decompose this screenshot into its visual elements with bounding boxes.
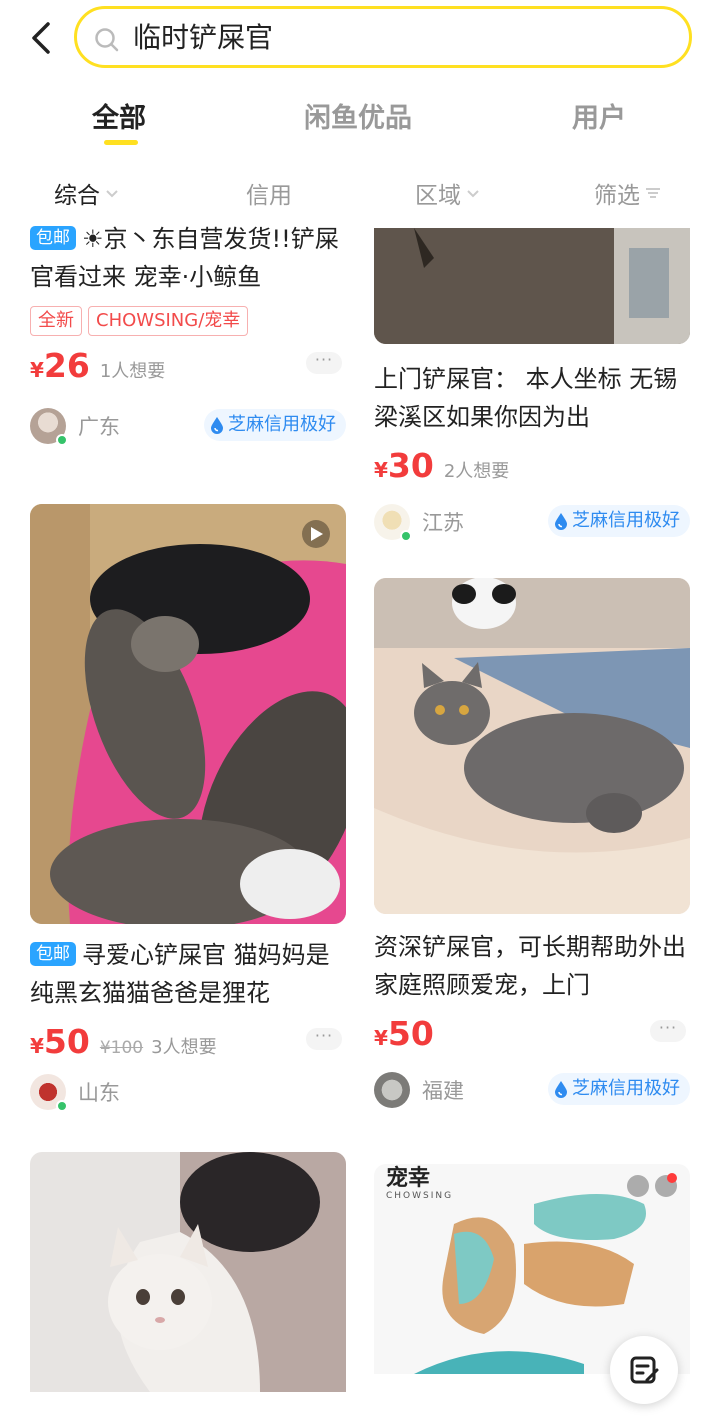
back-button[interactable] <box>22 18 62 58</box>
price-symbol: ¥ <box>30 1034 44 1058</box>
feed-column-right: 上门铲屎官： 本人坐标 无锡梁溪区如果你因为出 ¥ 30 2人想要 江苏 芝麻信… <box>374 228 690 1374</box>
price-row: ¥ 50 ¥100 3人想要 ··· <box>30 1022 346 1066</box>
want-count: 3人想要 <box>151 1037 217 1058</box>
more-options-button[interactable]: ··· <box>306 1028 342 1050</box>
price: 50 <box>43 1022 90 1061</box>
filter-more-label: 筛选 <box>594 183 640 209</box>
seller-row: 广东 芝麻信用极好 <box>30 406 346 446</box>
price-symbol: ¥ <box>30 358 44 382</box>
filter-bar: 综合 信用 区域 筛选 <box>0 176 720 216</box>
free-shipping-badge: 包邮 <box>30 942 76 966</box>
seller-row: 山东 <box>30 1072 346 1112</box>
seller-region: 山东 <box>78 1081 120 1105</box>
feed-column-left: 包邮 ☀京丶东自营发货!!铲屎官看过来 宠幸·小鲸鱼 全新 CHOWSING/宠幸… <box>30 216 346 1392</box>
product-title-wrap: 包邮 ☀京丶东自营发货!!铲屎官看过来 宠幸·小鲸鱼 <box>30 220 346 296</box>
avatar[interactable] <box>30 408 68 446</box>
tab-users[interactable]: 用户 <box>572 96 626 135</box>
chevron-down-icon <box>467 190 479 198</box>
filter-credit[interactable]: 信用 <box>246 176 292 210</box>
result-tabs: 全部 闲鱼优品 用户 <box>0 96 720 156</box>
product-card[interactable]: 资深铲屎官，可长期帮助外出家庭照顾爱宠，上门 ¥ 50 ··· 福建 芝麻信用极… <box>374 578 690 1110</box>
product-image <box>30 504 346 924</box>
search-query-text: 临时铲屎官 <box>133 21 274 54</box>
filter-region[interactable]: 区域 <box>415 176 481 210</box>
product-title: 上门铲屎官： 本人坐标 无锡梁溪区如果你因为出 <box>374 365 678 431</box>
price: 50 <box>387 1014 434 1053</box>
product-card[interactable]: 包邮 ☀京丶东自营发货!!铲屎官看过来 宠幸·小鲸鱼 全新 CHOWSING/宠幸… <box>30 220 346 488</box>
tab-all[interactable]: 全部 <box>92 96 146 135</box>
tag-brand: CHOWSING/宠幸 <box>88 306 249 336</box>
original-price: ¥100 <box>99 1038 144 1058</box>
product-title-wrap: 包邮 寻爱心铲屎官 猫妈妈是纯黑玄猫猫爸爸是狸花 <box>30 936 346 1012</box>
credit-badge: 芝麻信用极好 <box>548 505 690 537</box>
kittens-photo <box>30 504 346 924</box>
search-icon <box>95 28 119 52</box>
credit-label: 芝麻信用极好 <box>572 510 680 531</box>
price: 30 <box>387 446 434 485</box>
filter-credit-label: 信用 <box>246 183 292 209</box>
credit-badge: 芝麻信用极好 <box>548 1073 690 1105</box>
filter-sort[interactable]: 综合 <box>54 176 120 210</box>
credit-label: 芝麻信用极好 <box>228 414 336 435</box>
want-count: 1人想要 <box>99 361 166 382</box>
filter-sort-label: 综合 <box>54 183 100 209</box>
compose-button[interactable] <box>610 1336 678 1404</box>
more-options-button[interactable]: ··· <box>306 352 342 374</box>
seller-region: 江苏 <box>422 511 464 535</box>
seller-row: 福建 芝麻信用极好 <box>374 1070 690 1110</box>
active-tab-indicator <box>104 140 138 145</box>
credit-label: 芝麻信用极好 <box>572 1078 680 1099</box>
price-row: ¥ 26 1人想要 ··· <box>30 346 346 390</box>
price-row: ¥ 50 ··· <box>374 1014 690 1058</box>
avatar[interactable] <box>374 504 412 542</box>
online-dot <box>56 434 68 446</box>
avatar[interactable] <box>30 1074 68 1112</box>
product-image <box>30 1152 346 1392</box>
water-drop-icon <box>211 417 223 434</box>
tab-quality-goods[interactable]: 闲鱼优品 <box>304 96 412 135</box>
brand-logo: 宠幸 CHOWSING <box>386 1168 453 1201</box>
brand-logo-sub: CHOWSING <box>386 1191 454 1201</box>
price-symbol: ¥ <box>374 1026 388 1050</box>
edit-note-icon <box>630 1356 659 1384</box>
product-card[interactable] <box>30 1152 346 1392</box>
water-drop-icon <box>555 1081 567 1098</box>
brand-logo-text: 宠幸 <box>386 1166 431 1191</box>
credit-badge: 芝麻信用极好 <box>204 409 346 441</box>
product-card[interactable]: 上门铲屎官： 本人坐标 无锡梁溪区如果你因为出 ¥ 30 2人想要 江苏 芝麻信… <box>374 228 690 542</box>
filter-more[interactable]: 筛选 <box>594 176 662 210</box>
want-count: 2人想要 <box>443 461 510 482</box>
search-input[interactable]: 临时铲屎官 <box>74 6 692 68</box>
online-dot <box>56 1100 68 1112</box>
avatar[interactable] <box>374 1072 410 1108</box>
product-card[interactable]: 包邮 寻爱心铲屎官 猫妈妈是纯黑玄猫猫爸爸是狸花 ¥ 50 ¥100 3人想要 ·… <box>30 504 346 1112</box>
room-photo <box>374 228 690 344</box>
free-shipping-badge: 包邮 <box>30 226 76 250</box>
online-dot <box>400 530 412 542</box>
chevron-left-icon <box>32 22 50 54</box>
filter-region-label: 区域 <box>415 183 461 209</box>
price-row: ¥ 30 2人想要 <box>374 446 690 490</box>
tag-new: 全新 <box>30 306 82 336</box>
chevron-down-icon <box>106 190 118 198</box>
tag-list: 全新 CHOWSING/宠幸 <box>30 306 346 336</box>
seller-row: 江苏 芝麻信用极好 <box>374 502 690 542</box>
price: 26 <box>43 346 90 385</box>
price-symbol: ¥ <box>374 458 388 482</box>
product-image <box>374 228 690 344</box>
seller-region: 广东 <box>78 415 120 439</box>
product-title: ☀京丶东自营发货!!铲屎官看过来 宠幸·小鲸鱼 <box>30 225 339 291</box>
grey-cat-photo <box>374 578 690 914</box>
more-options-button[interactable]: ··· <box>650 1020 686 1042</box>
water-drop-icon <box>555 513 567 530</box>
seller-region: 福建 <box>422 1079 464 1103</box>
white-cat-photo <box>30 1152 346 1392</box>
filter-icon <box>646 188 660 198</box>
product-title: 资深铲屎官，可长期帮助外出家庭照顾爱宠，上门 <box>374 933 686 999</box>
product-image <box>374 578 690 914</box>
